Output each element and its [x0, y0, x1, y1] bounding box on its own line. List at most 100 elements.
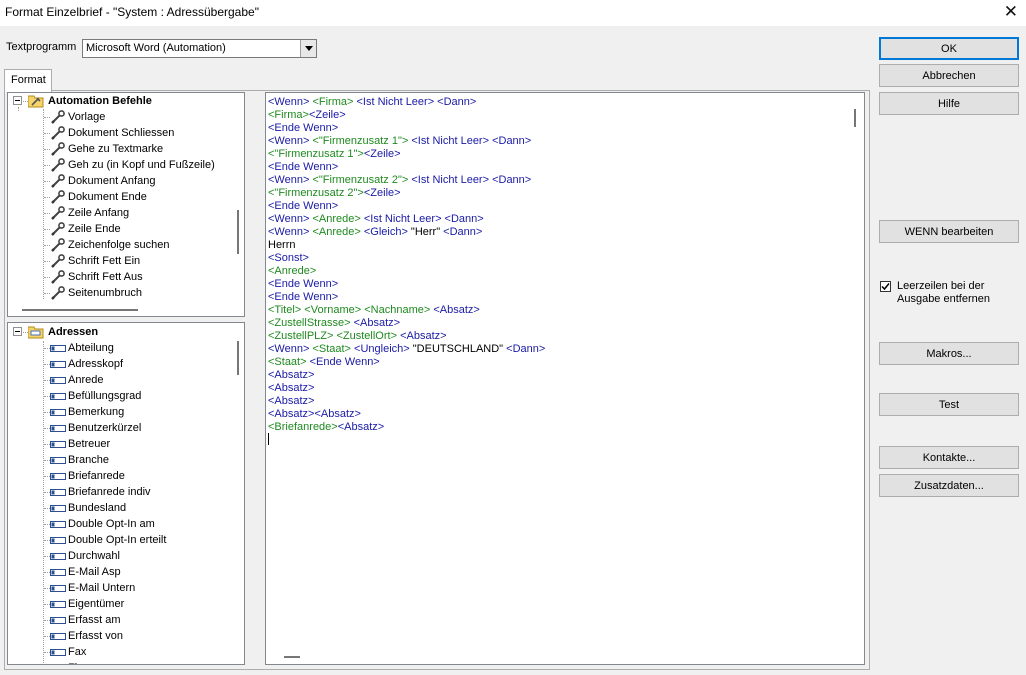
fields-tree-item[interactable]: Erfasst am [8, 612, 230, 628]
keyword-token: <Absatz> [397, 330, 447, 342]
keyword-token: <Absatz> [268, 382, 315, 394]
chevron-down-icon[interactable] [300, 40, 316, 57]
fields-tree[interactable]: Adressen Abteilung Adresskopf Anrede Befüll… [7, 322, 245, 665]
commands-tree-item[interactable]: Dokument Anfang [8, 173, 230, 189]
editor-line: <Ende Wenn> [268, 161, 338, 174]
tab-format[interactable]: Format [4, 69, 52, 92]
field-icon [50, 440, 66, 452]
fields-tree-item[interactable]: Branche [8, 452, 230, 468]
commands-tree-item[interactable]: Vorlage [8, 109, 230, 125]
fields-tree-item-label: E-Mail Asp [68, 566, 121, 578]
commands-tree-item-label: Zeile Ende [68, 223, 121, 235]
fields-tree-item-label: Abteilung [68, 342, 114, 354]
fields-tree-item[interactable]: Erfasst von [8, 628, 230, 644]
editor-hscrollbar[interactable] [284, 656, 300, 658]
fields-tree-item[interactable]: Befüllungsgrad [8, 388, 230, 404]
literal-token: "DEUTSCHLAND" [412, 343, 504, 355]
wenn-edit-button[interactable]: WENN bearbeiten [879, 220, 1019, 243]
fields-tree-item-label: Eigentümer [68, 598, 125, 610]
field-icon [50, 344, 66, 356]
textprogramm-select[interactable]: Microsoft Word (Automation) [82, 39, 317, 58]
remove-empty-lines-label[interactable]: Leerzeilen bei der Ausgabe entfernen [897, 280, 1017, 306]
fields-tree-item-label: Befüllungsgrad [68, 390, 142, 402]
keyword-token: <Ende Wenn> [268, 122, 339, 134]
fields-tree-item[interactable]: Fax [8, 644, 230, 660]
commands-tree-item-label: Zeile Anfang [68, 207, 130, 219]
commands-tree-item[interactable]: Dokument Ende [8, 189, 230, 205]
commands-tree-item[interactable]: Dokument Schliessen [8, 125, 230, 141]
commands-tree-item-label: Schrift Fett Ein [68, 255, 141, 267]
fields-tree-item[interactable]: Abteilung [8, 340, 230, 356]
commands-tree-root[interactable]: Automation Befehle [8, 93, 230, 109]
fields-tree-item-label: Anrede [68, 374, 104, 386]
fields-tree-item[interactable]: Durchwahl [8, 548, 230, 564]
field-token: <Briefanrede> [268, 421, 338, 433]
editor-line: <Firma><Zeile> [268, 109, 346, 122]
fields-tree-item[interactable]: Fi... [8, 660, 230, 664]
fields-tree-item[interactable]: E-Mail Asp [8, 564, 230, 580]
keyword-token: <Wenn> [268, 213, 313, 225]
keyword-token: <Ist Nicht Leer> <Dann> [360, 213, 484, 225]
editor-line: <ZustellStrasse> <Absatz> [268, 317, 400, 330]
fields-tree-item[interactable]: Briefanrede indiv [8, 484, 230, 500]
commands-tree-item[interactable]: Gehe zu Textmarke [8, 141, 230, 157]
fields-tree-item-label: Erfasst von [68, 630, 124, 642]
commands-tree-item[interactable]: Schrift Fett Ein [8, 253, 230, 269]
makros-button[interactable]: Makros... [879, 342, 1019, 365]
kontakte-button[interactable]: Kontakte... [879, 446, 1019, 469]
fields-tree-item-label: E-Mail Untern [68, 582, 136, 594]
fields-tree-root[interactable]: Adressen [8, 324, 230, 340]
commands-scrollbar[interactable] [232, 93, 244, 316]
commands-tree-item[interactable]: Schrift Fett Aus [8, 269, 230, 285]
collapse-icon[interactable] [13, 327, 22, 336]
field-token: <ZustellStrasse> [268, 317, 351, 329]
fields-tree-item[interactable]: Bemerkung [8, 404, 230, 420]
commands-tree-item-label: Dokument Anfang [68, 175, 156, 187]
template-editor[interactable]: <Wenn> <Firma> <Ist Nicht Leer> <Dann> <F… [265, 92, 865, 665]
ok-button[interactable]: OK [879, 37, 1019, 60]
zusatzdaten-button[interactable]: Zusatzdaten... [879, 474, 1019, 497]
cancel-button[interactable]: Abbrechen [879, 64, 1019, 87]
commands-tree-item[interactable]: Zeile Ende [8, 221, 230, 237]
fields-tree-item[interactable]: Double Opt-In erteilt [8, 532, 230, 548]
fields-tree-item[interactable]: Betreuer [8, 436, 230, 452]
fields-tree-item-label: Branche [68, 454, 109, 466]
help-button[interactable]: Hilfe [879, 92, 1019, 115]
commands-tree-item-label: Gehe zu Textmarke [68, 143, 164, 155]
fields-tree-item[interactable]: Adresskopf [8, 356, 230, 372]
keyword-token: <Wenn> [268, 174, 313, 186]
commands-tree-item[interactable]: Zeichenfolge suchen [8, 237, 230, 253]
commands-tree-item[interactable]: Zeile Anfang [8, 205, 230, 221]
text-caret [268, 433, 269, 445]
fields-tree-item[interactable]: Anrede [8, 372, 230, 388]
keyword-token: <Wenn> [268, 343, 313, 355]
remove-empty-lines-checkbox[interactable] [880, 281, 891, 292]
fields-tree-item[interactable]: Double Opt-In am [8, 516, 230, 532]
field-icon [50, 392, 66, 404]
fields-tree-item[interactable]: E-Mail Untern [8, 580, 230, 596]
collapse-icon[interactable] [13, 96, 22, 105]
field-token: <Firma> [312, 96, 354, 108]
fields-tree-item[interactable]: Eigentümer [8, 596, 230, 612]
fields-root-label: Adressen [48, 326, 99, 338]
fields-tree-item[interactable]: Bundesland [8, 500, 230, 516]
field-token: <Staat> [312, 343, 351, 355]
fields-tree-item-label: Betreuer [68, 438, 111, 450]
keyword-token: <Dann> [440, 226, 483, 238]
commands-hscrollbar[interactable] [8, 303, 244, 316]
close-icon[interactable]: ✕ [1004, 2, 1018, 22]
fields-tree-item[interactable]: Benutzerkürzel [8, 420, 230, 436]
commands-tree-item[interactable]: Geh zu (in Kopf und Fußzeile) [8, 157, 230, 173]
field-token: <"Firmenzusatz 2"> [312, 174, 409, 186]
field-token: <Nachname> [364, 304, 431, 316]
commands-tree-item[interactable]: Seitenumbruch [8, 285, 230, 301]
commands-tree[interactable]: Automation Befehle Vorlage Dokument Schli… [7, 92, 245, 317]
field-icon [50, 520, 66, 532]
fields-tree-item[interactable]: Briefanrede [8, 468, 230, 484]
field-token: <Titel> [268, 304, 302, 316]
fields-scrollbar[interactable] [232, 323, 244, 664]
editor-scrollbar[interactable] [846, 93, 864, 664]
field-icon [50, 632, 66, 644]
test-button[interactable]: Test [879, 393, 1019, 416]
field-icon [50, 536, 66, 548]
